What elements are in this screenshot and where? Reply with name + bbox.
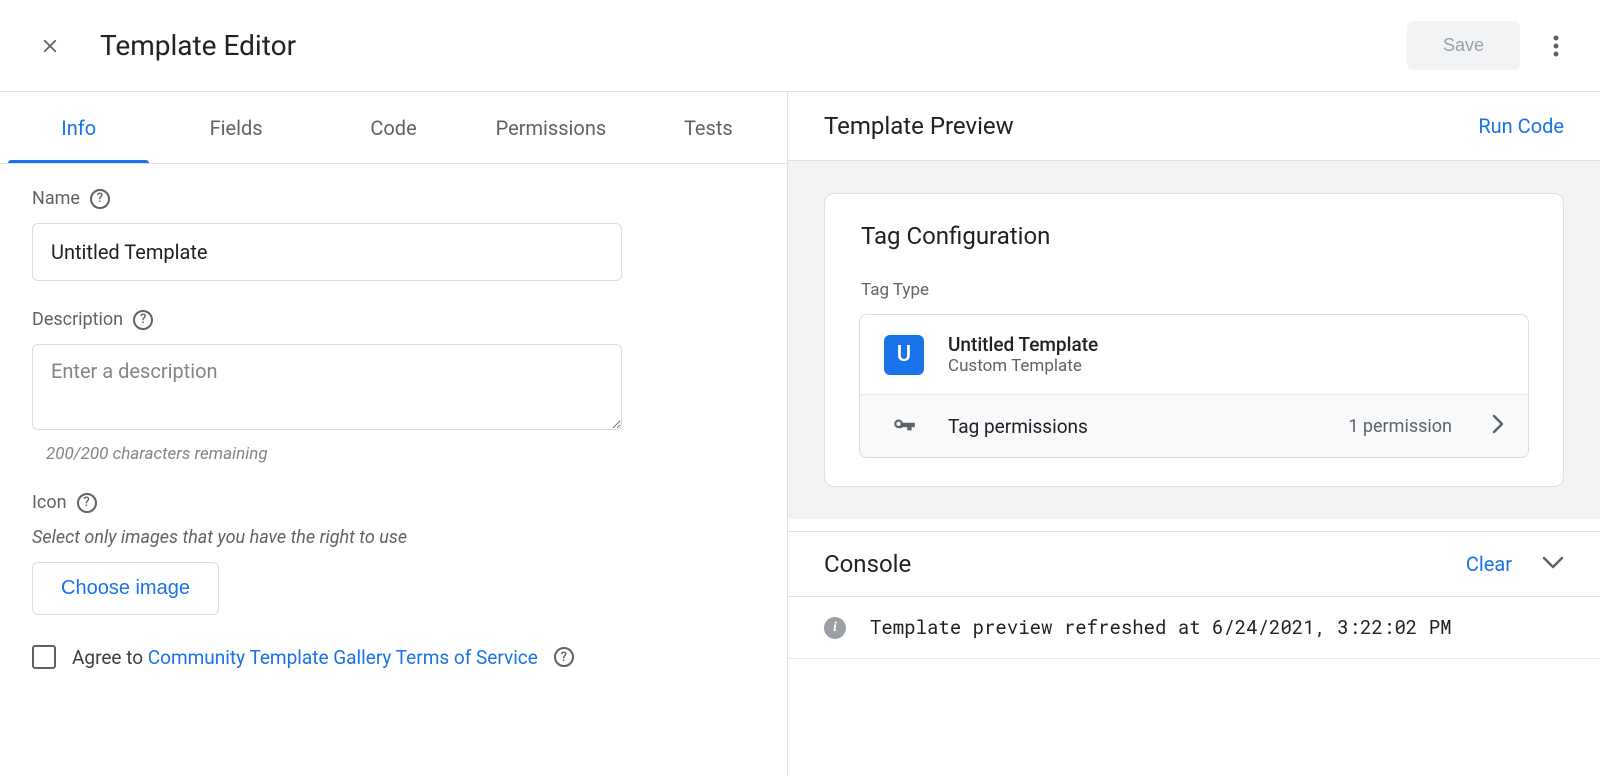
header: Template Editor Save xyxy=(0,0,1600,92)
agree-text: Agree to Community Template Gallery Term… xyxy=(72,646,538,669)
tag-permissions-row[interactable]: Tag permissions 1 permission xyxy=(860,394,1528,457)
perm-count: 1 permission xyxy=(1348,416,1452,437)
choose-image-button[interactable]: Choose image xyxy=(32,562,219,615)
chevron-right-icon xyxy=(1492,414,1504,438)
right-panel: Template Preview Run Code Tag Configurat… xyxy=(788,92,1600,776)
tab-permissions[interactable]: Permissions xyxy=(472,92,629,163)
run-code-button[interactable]: Run Code xyxy=(1478,114,1564,138)
tag-type-label: Tag Type xyxy=(861,280,1527,300)
terms-link[interactable]: Community Template Gallery Terms of Serv… xyxy=(148,646,538,669)
page-title: Template Editor xyxy=(100,29,1407,62)
tabs: Info Fields Code Permissions Tests xyxy=(0,92,787,164)
char-remaining: 200/200 characters remaining xyxy=(46,444,755,464)
icon-hint: Select only images that you have the rig… xyxy=(32,527,755,548)
console-title: Console xyxy=(824,550,1466,578)
tag-row: U Untitled Template Custom Template xyxy=(860,315,1528,394)
description-input[interactable] xyxy=(32,344,622,430)
tag-subtitle: Custom Template xyxy=(948,356,1098,376)
save-button[interactable]: Save xyxy=(1407,21,1520,70)
left-panel: Info Fields Code Permissions Tests Name … xyxy=(0,92,788,776)
name-input[interactable] xyxy=(32,223,622,281)
help-icon[interactable]: ? xyxy=(77,493,97,513)
tab-info[interactable]: Info xyxy=(0,92,157,163)
tab-tests[interactable]: Tests xyxy=(630,92,787,163)
description-label: Description xyxy=(32,309,123,330)
card-title: Tag Configuration xyxy=(861,222,1527,250)
tag-icon: U xyxy=(884,335,924,375)
perm-label: Tag permissions xyxy=(948,415,1324,438)
help-icon[interactable]: ? xyxy=(133,310,153,330)
clear-button[interactable]: Clear xyxy=(1466,552,1512,576)
agree-checkbox[interactable] xyxy=(32,645,56,669)
preview-title: Template Preview xyxy=(824,112,1014,140)
more-icon[interactable] xyxy=(1536,26,1576,66)
tab-fields[interactable]: Fields xyxy=(157,92,314,163)
key-icon xyxy=(884,413,924,439)
chevron-down-icon[interactable] xyxy=(1542,555,1564,574)
close-icon[interactable] xyxy=(36,32,64,60)
help-icon[interactable]: ? xyxy=(90,189,110,209)
help-icon[interactable]: ? xyxy=(554,647,574,667)
console-message: Template preview refreshed at 6/24/2021,… xyxy=(870,615,1452,640)
console-header: Console Clear xyxy=(788,531,1600,597)
name-label: Name xyxy=(32,188,80,209)
icon-label: Icon xyxy=(32,492,67,513)
tag-config-card: Tag Configuration Tag Type U Untitled Te… xyxy=(824,193,1564,487)
tab-code[interactable]: Code xyxy=(315,92,472,163)
tag-name: Untitled Template xyxy=(948,333,1098,356)
console-row: i Template preview refreshed at 6/24/202… xyxy=(788,597,1600,659)
info-icon: i xyxy=(824,617,846,639)
